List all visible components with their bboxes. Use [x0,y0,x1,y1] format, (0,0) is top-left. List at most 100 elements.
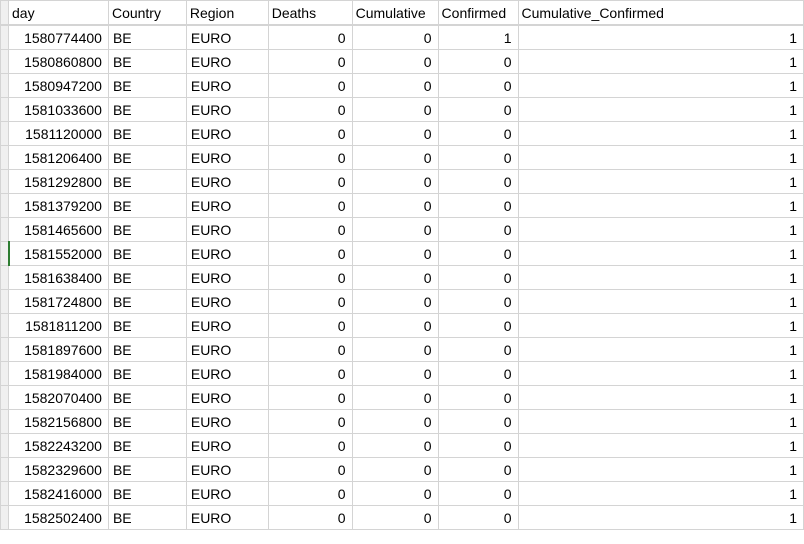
cell-country[interactable]: BE [108,410,186,434]
cell-cumulative-deaths[interactable]: 0 [352,122,438,146]
cell-confirmed[interactable]: 0 [438,386,518,410]
cell-day[interactable]: 1582243200 [9,434,109,458]
cell-confirmed[interactable]: 0 [438,506,518,530]
cell-confirmed[interactable]: 0 [438,410,518,434]
cell-deaths[interactable]: 0 [268,314,352,338]
row-marker[interactable] [1,122,9,146]
cell-country[interactable]: BE [108,26,186,50]
cell-deaths[interactable]: 0 [268,74,352,98]
cell-country[interactable]: BE [108,242,186,266]
row-marker[interactable] [1,74,9,98]
cell-deaths[interactable]: 0 [268,458,352,482]
cell-day[interactable]: 1581897600 [9,338,109,362]
cell-cumulative-deaths[interactable]: 0 [352,218,438,242]
cell-deaths[interactable]: 0 [268,266,352,290]
spreadsheet-grid[interactable]: day Country Region Deaths Cumulative Con… [0,0,804,530]
cell-day[interactable]: 1581465600 [9,218,109,242]
row-marker[interactable] [1,434,9,458]
cell-cumulative-deaths[interactable]: 0 [352,98,438,122]
cell-region[interactable]: EURO [186,74,268,98]
cell-confirmed[interactable]: 0 [438,362,518,386]
cell-day[interactable]: 1582070400 [9,386,109,410]
cell-day[interactable]: 1581811200 [9,314,109,338]
row-marker[interactable] [1,362,9,386]
row-marker[interactable] [1,194,9,218]
cell-region[interactable]: EURO [186,266,268,290]
cell-cumulative-confirmed[interactable]: 1 [518,122,804,146]
cell-day[interactable]: 1580947200 [9,74,109,98]
cell-confirmed[interactable]: 0 [438,74,518,98]
cell-cumulative-deaths[interactable]: 0 [352,362,438,386]
cell-confirmed[interactable]: 0 [438,338,518,362]
cell-cumulative-deaths[interactable]: 0 [352,458,438,482]
cell-deaths[interactable]: 0 [268,386,352,410]
cell-day[interactable]: 1581033600 [9,98,109,122]
cell-confirmed[interactable]: 0 [438,314,518,338]
cell-country[interactable]: BE [108,146,186,170]
cell-cumulative-confirmed[interactable]: 1 [518,386,804,410]
cell-region[interactable]: EURO [186,362,268,386]
cell-cumulative-confirmed[interactable]: 1 [518,146,804,170]
cell-country[interactable]: BE [108,290,186,314]
cell-confirmed[interactable]: 0 [438,122,518,146]
cell-region[interactable]: EURO [186,218,268,242]
cell-deaths[interactable]: 0 [268,194,352,218]
cell-region[interactable]: EURO [186,458,268,482]
cell-cumulative-deaths[interactable]: 0 [352,74,438,98]
cell-day[interactable]: 1582156800 [9,410,109,434]
cell-region[interactable]: EURO [186,290,268,314]
cell-cumulative-deaths[interactable]: 0 [352,242,438,266]
cell-confirmed[interactable]: 0 [438,458,518,482]
cell-deaths[interactable]: 0 [268,26,352,50]
cell-deaths[interactable]: 0 [268,506,352,530]
header-region[interactable]: Region [186,1,268,25]
cell-country[interactable]: BE [108,266,186,290]
row-marker[interactable] [1,242,9,266]
cell-cumulative-confirmed[interactable]: 1 [518,338,804,362]
cell-country[interactable]: BE [108,386,186,410]
cell-confirmed[interactable]: 1 [438,26,518,50]
cell-confirmed[interactable]: 0 [438,434,518,458]
cell-cumulative-deaths[interactable]: 0 [352,50,438,74]
header-confirmed[interactable]: Confirmed [438,1,518,25]
cell-country[interactable]: BE [108,122,186,146]
cell-region[interactable]: EURO [186,386,268,410]
cell-confirmed[interactable]: 0 [438,50,518,74]
cell-day[interactable]: 1581206400 [9,146,109,170]
cell-region[interactable]: EURO [186,242,268,266]
row-marker[interactable] [1,458,9,482]
cell-day[interactable]: 1581292800 [9,170,109,194]
cell-region[interactable]: EURO [186,410,268,434]
cell-country[interactable]: BE [108,218,186,242]
cell-day[interactable]: 1581638400 [9,266,109,290]
row-marker[interactable] [1,410,9,434]
cell-deaths[interactable]: 0 [268,218,352,242]
cell-cumulative-confirmed[interactable]: 1 [518,314,804,338]
cell-cumulative-confirmed[interactable]: 1 [518,362,804,386]
cell-deaths[interactable]: 0 [268,410,352,434]
cell-deaths[interactable]: 0 [268,290,352,314]
cell-confirmed[interactable]: 0 [438,218,518,242]
cell-cumulative-deaths[interactable]: 0 [352,26,438,50]
cell-cumulative-confirmed[interactable]: 1 [518,266,804,290]
cell-deaths[interactable]: 0 [268,242,352,266]
cell-cumulative-confirmed[interactable]: 1 [518,410,804,434]
cell-cumulative-deaths[interactable]: 0 [352,266,438,290]
cell-country[interactable]: BE [108,434,186,458]
cell-cumulative-confirmed[interactable]: 1 [518,98,804,122]
cell-cumulative-deaths[interactable]: 0 [352,194,438,218]
row-marker[interactable] [1,338,9,362]
cell-cumulative-deaths[interactable]: 0 [352,170,438,194]
cell-region[interactable]: EURO [186,26,268,50]
cell-country[interactable]: BE [108,482,186,506]
cell-cumulative-confirmed[interactable]: 1 [518,458,804,482]
cell-cumulative-deaths[interactable]: 0 [352,314,438,338]
cell-day[interactable]: 1581724800 [9,290,109,314]
cell-cumulative-deaths[interactable]: 0 [352,506,438,530]
cell-day[interactable]: 1580774400 [9,26,109,50]
row-marker[interactable] [1,170,9,194]
row-marker[interactable] [1,146,9,170]
cell-country[interactable]: BE [108,98,186,122]
row-marker[interactable] [1,266,9,290]
cell-day[interactable]: 1580860800 [9,50,109,74]
